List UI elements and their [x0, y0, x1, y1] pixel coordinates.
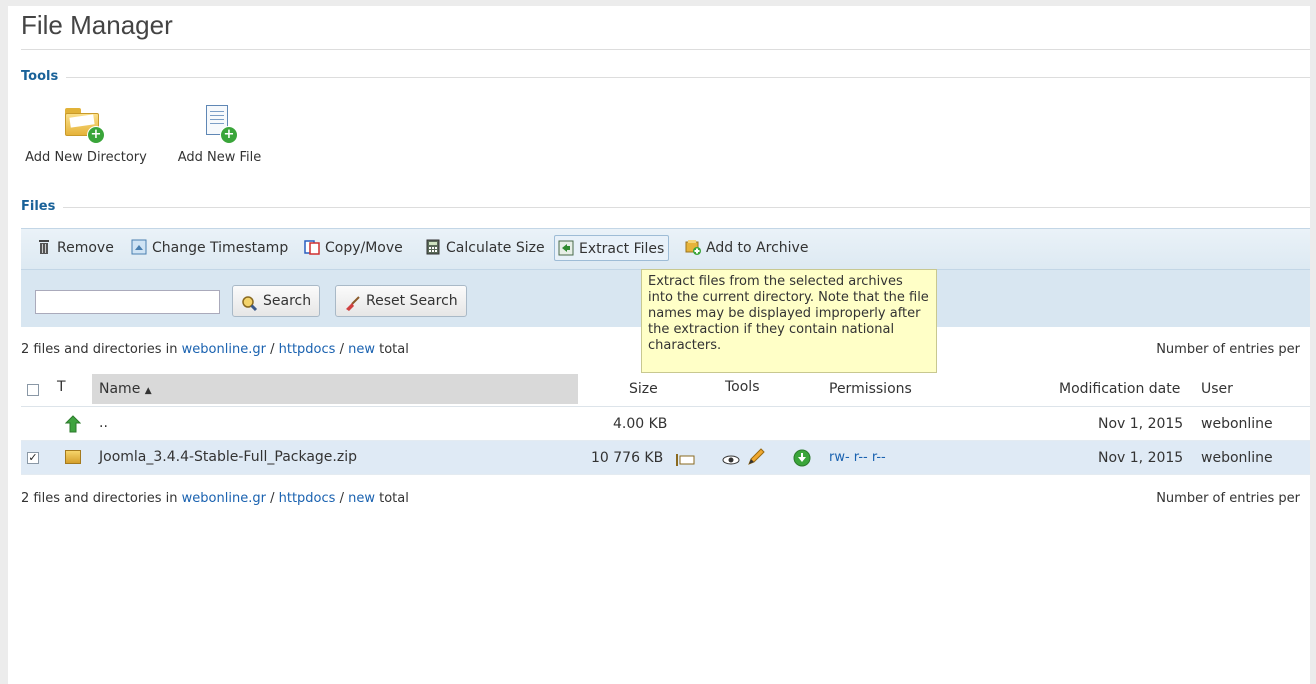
tools-column-header: Tools	[725, 379, 760, 395]
remove-label: Remove	[57, 240, 114, 256]
view-icon[interactable]	[722, 451, 740, 470]
summary-prefix: 2 files and directories in	[21, 342, 178, 357]
extract-icon	[558, 239, 574, 256]
sort-asc-icon: ▲	[144, 386, 152, 396]
divider	[21, 77, 1310, 78]
table-row[interactable]: .. 4.00 KB Nov 1, 2015 webonline	[21, 407, 1310, 441]
breadcrumb-domain[interactable]: webonline.gr	[182, 342, 266, 357]
add-folder-icon: +	[21, 102, 151, 146]
select-all-checkbox[interactable]	[27, 384, 39, 396]
add-new-directory-button[interactable]: + Add New Directory	[21, 102, 151, 165]
user-column-header[interactable]: User	[1201, 381, 1233, 397]
breadcrumb-domain[interactable]: webonline.gr	[182, 491, 266, 506]
owner-user: webonline	[1201, 450, 1273, 466]
download-icon[interactable]	[793, 449, 811, 471]
copy-move-button[interactable]: Copy/Move	[301, 235, 407, 261]
add-new-file-button[interactable]: + Add New File	[172, 102, 267, 165]
entries-per-page-label[interactable]: Number of entries per	[1156, 342, 1300, 357]
add-new-file-label: Add New File	[177, 150, 262, 165]
divider	[21, 207, 1310, 208]
extract-files-label: Extract Files	[579, 241, 665, 257]
magnifier-icon	[241, 293, 258, 312]
change-timestamp-button[interactable]: Change Timestamp	[128, 235, 292, 261]
trash-icon	[36, 238, 52, 254]
broom-icon	[344, 293, 361, 311]
modification-date: Nov 1, 2015	[1098, 450, 1184, 466]
table-row[interactable]: ✓ Joomla_3.4.4-Stable-Full_Package.zip 1…	[21, 441, 1310, 475]
permissions-link[interactable]: rw- r-- r--	[829, 450, 886, 465]
breadcrumb-new[interactable]: new	[348, 491, 375, 506]
file-list-header: T Name ▲ Size Tools Permissions Modifica…	[21, 372, 1310, 407]
copy-move-label: Copy/Move	[325, 240, 403, 256]
size-column-header[interactable]: Size	[629, 381, 658, 397]
archive-add-icon	[685, 238, 701, 255]
entries-per-page-label[interactable]: Number of entries per	[1156, 491, 1300, 506]
breadcrumb-separator: /	[270, 342, 275, 357]
summary-suffix: total	[379, 491, 409, 506]
breadcrumb-separator: /	[339, 342, 344, 357]
copy-icon	[304, 238, 320, 255]
owner-user: webonline	[1201, 416, 1273, 432]
name-column-label: Name ▲	[99, 381, 152, 397]
breadcrumb-separator: /	[339, 491, 344, 506]
title-divider	[21, 49, 1310, 50]
calculate-size-label: Calculate Size	[446, 240, 545, 256]
modification-date: Nov 1, 2015	[1098, 416, 1184, 432]
extract-files-tooltip: Extract files from the selected archives…	[641, 269, 937, 373]
zip-archive-icon	[65, 450, 81, 464]
path-summary-bottom: 2 files and directories in webonline.gr …	[21, 491, 409, 506]
reset-search-label: Reset Search	[366, 293, 458, 309]
change-extension-icon[interactable]	[675, 451, 695, 470]
modification-date-column-header[interactable]: Modification date	[1059, 381, 1180, 397]
add-to-archive-button[interactable]: Add to Archive	[682, 235, 812, 261]
name-column-header[interactable]	[92, 374, 578, 404]
remove-button[interactable]: Remove	[33, 235, 118, 261]
change-timestamp-label: Change Timestamp	[152, 240, 289, 256]
tools-section-label: Tools	[21, 69, 67, 84]
add-to-archive-label: Add to Archive	[706, 240, 809, 256]
add-file-icon: +	[172, 102, 267, 146]
parent-directory-link[interactable]: ..	[99, 415, 108, 431]
type-column-header[interactable]: T	[57, 379, 66, 395]
calculator-icon	[425, 238, 441, 255]
breadcrumb-new[interactable]: new	[348, 342, 375, 357]
files-section-header: Files	[21, 199, 1310, 215]
file-actions-bar: Remove Change Timestamp Copy/Move Calcul…	[21, 229, 1310, 270]
breadcrumb-httpdocs[interactable]: httpdocs	[279, 342, 336, 357]
tools-section-header: Tools	[21, 69, 1310, 85]
files-section-label: Files	[21, 199, 64, 214]
timestamp-icon	[131, 238, 147, 255]
search-button[interactable]: Search	[232, 285, 321, 317]
add-new-directory-label: Add New Directory	[25, 150, 147, 165]
page-title: File Manager	[21, 10, 173, 40]
file-manager-page: File Manager Tools + Add New Directory +…	[8, 6, 1310, 684]
search-input[interactable]	[35, 290, 220, 314]
file-size: 10 776 KB	[591, 450, 664, 466]
breadcrumb-separator: /	[270, 491, 275, 506]
reset-search-button[interactable]: Reset Search	[335, 285, 467, 317]
path-summary-top: 2 files and directories in webonline.gr …	[21, 342, 409, 357]
extract-files-button[interactable]: Extract Files	[554, 235, 670, 261]
calculate-size-button[interactable]: Calculate Size	[422, 235, 549, 261]
breadcrumb-httpdocs[interactable]: httpdocs	[279, 491, 336, 506]
file-name-link[interactable]: Joomla_3.4.4-Stable-Full_Package.zip	[99, 449, 357, 465]
file-size: 4.00 KB	[613, 416, 668, 432]
search-label: Search	[263, 293, 312, 309]
up-arrow-icon[interactable]	[64, 415, 82, 437]
row-checkbox[interactable]: ✓	[27, 452, 39, 464]
edit-pencil-icon[interactable]	[746, 447, 766, 471]
summary-suffix: total	[379, 342, 409, 357]
summary-prefix: 2 files and directories in	[21, 491, 178, 506]
permissions-column-header[interactable]: Permissions	[829, 381, 912, 397]
